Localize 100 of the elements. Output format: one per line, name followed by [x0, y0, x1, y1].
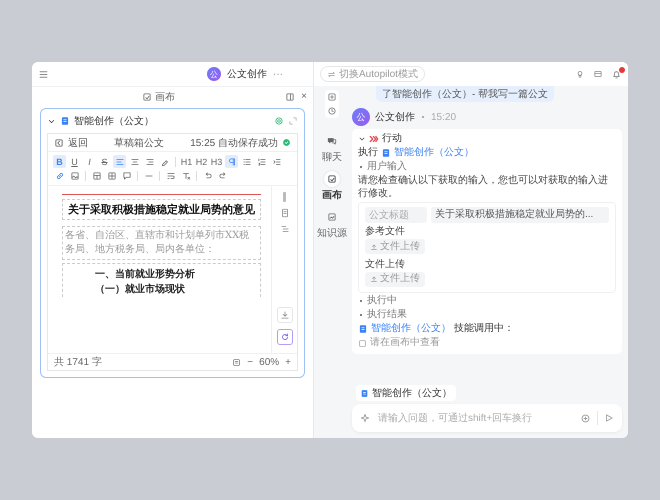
align-right-icon [144, 156, 154, 166]
field-label: 文件上传 [365, 258, 406, 272]
skill-chip[interactable]: 智能创作（公文） [356, 385, 456, 401]
panel-title: 画布 [155, 90, 176, 104]
message-time: 15:20 [431, 112, 456, 122]
message-input[interactable]: 请输入问题，可通过shift+回车换行 [376, 412, 574, 424]
settings-icon [274, 116, 284, 126]
italic-button[interactable]: I [83, 155, 96, 168]
field-label: 参考文件 [365, 225, 406, 239]
message-input-field[interactable]: 请输入问题，可通过shift+回车换行 [352, 404, 622, 432]
input-field[interactable]: 关于采取积极措施稳定就业局势的... [431, 207, 609, 223]
zoom-level: 60% [259, 356, 280, 368]
paragraph-icon [226, 156, 236, 166]
hint-text: 请在画布中查看 [370, 336, 440, 350]
send-icon [604, 413, 614, 423]
bullet-icon [358, 312, 364, 318]
step-label: 执行中 [367, 294, 397, 308]
close-button[interactable]: × [301, 91, 307, 102]
action-title: 行动 [382, 132, 402, 146]
step-description: 请您检查确认以下获取的输入，您也可以对获取的输入进行修改。 [358, 174, 609, 200]
rail-item[interactable]: 聊天 [320, 131, 344, 166]
download-button[interactable] [276, 307, 292, 323]
refresh-icon [280, 332, 290, 342]
canvas-icon [327, 174, 337, 184]
input-field[interactable]: 公文标题 [365, 207, 427, 223]
bold-button[interactable]: B [53, 155, 66, 168]
wrap-icon [166, 170, 176, 180]
toolbar-button[interactable] [113, 155, 126, 168]
redo-icon [218, 170, 228, 180]
split-view-icon [285, 92, 296, 102]
more-button[interactable]: ··· [273, 68, 283, 80]
skill-link[interactable]: 智能创作（公文） [394, 146, 474, 160]
sparkle-icon [360, 413, 370, 423]
status-dot-icon [420, 114, 426, 120]
action-toggle[interactable] [358, 135, 366, 143]
check-icon [282, 138, 291, 147]
document-name: 草稿箱公文 [113, 136, 166, 150]
back-icon [54, 138, 64, 148]
new-chat-icon [327, 92, 337, 102]
add-icon [580, 412, 591, 424]
bullet-list-icon [242, 156, 252, 166]
download-icon [280, 310, 290, 320]
word-count: 共 1741 字 [54, 356, 103, 369]
document-icon [60, 116, 70, 126]
align-center-icon [130, 156, 140, 166]
avatar: 公 [352, 108, 370, 126]
upload-icon [370, 242, 378, 250]
heading-button[interactable]: H3 [210, 155, 223, 168]
checkbox-icon [358, 338, 367, 348]
zoom-in-button[interactable]: + [285, 356, 291, 368]
recipients-text: 各省、自治区、直辖市和计划单列市XX税务局、地方税务局、局内各单位： [62, 226, 261, 260]
expand-icon [288, 116, 298, 126]
menu-icon [38, 68, 49, 80]
heading-button[interactable]: H2 [195, 155, 208, 168]
page-view-icon [232, 358, 242, 366]
swap-icon [327, 70, 336, 78]
rail-item[interactable]: 画布 [320, 169, 344, 204]
step-label: 用户输入 [367, 160, 407, 174]
bell-icon [611, 68, 622, 80]
skill-link[interactable]: 智能创作（公文） [371, 322, 451, 336]
execute-label: 执行 [358, 146, 378, 160]
sender-name: 公文创作 [375, 110, 415, 124]
zoom-out-button[interactable]: − [247, 356, 254, 368]
underline-button[interactable]: U [68, 155, 81, 168]
bullet-icon [358, 164, 364, 170]
card-title: 智能创作（公文） [74, 114, 155, 128]
lightbulb-icon [575, 69, 585, 79]
table-icon [92, 170, 102, 180]
canvas-icon [142, 92, 152, 102]
mode-button[interactable]: 切换Autopilot模式 [320, 66, 425, 82]
refresh-button[interactable] [276, 329, 292, 345]
grid-icon [106, 170, 116, 180]
rail-item[interactable]: 知识源 [315, 207, 349, 242]
action-icon [369, 134, 379, 144]
comment-icon [122, 170, 132, 180]
document-title: 关于采取积极措施稳定就业局势的意见 [62, 199, 261, 220]
indent-icon [272, 156, 282, 166]
bullet-icon [358, 298, 364, 304]
heading-button[interactable]: H1 [180, 155, 193, 168]
back-button[interactable]: 返回 [68, 136, 88, 150]
toolbar-button[interactable] [225, 155, 238, 168]
chat-icon [327, 136, 337, 146]
clear-format-icon [180, 170, 190, 180]
save-status: 15:25 自动保存成功 [190, 136, 278, 150]
history-icon [327, 106, 337, 116]
inbox-icon [593, 69, 603, 79]
note-icon [280, 208, 290, 218]
align-left-icon [114, 156, 124, 166]
knowledge-icon [327, 212, 337, 222]
document-icon [360, 388, 369, 398]
avatar: 公 [207, 67, 221, 81]
chip-label: 智能创作（公文） [372, 386, 452, 400]
upload-icon [370, 275, 378, 283]
section-heading: 一、当前就业形势分析 [94, 268, 196, 282]
step-label: 执行结果 [367, 308, 407, 322]
image-icon [70, 170, 80, 180]
outline-icon [280, 224, 290, 234]
assistant-name: 公文创作 [227, 68, 267, 81]
number-list-icon [256, 156, 266, 166]
strike-button[interactable]: S [98, 155, 111, 168]
